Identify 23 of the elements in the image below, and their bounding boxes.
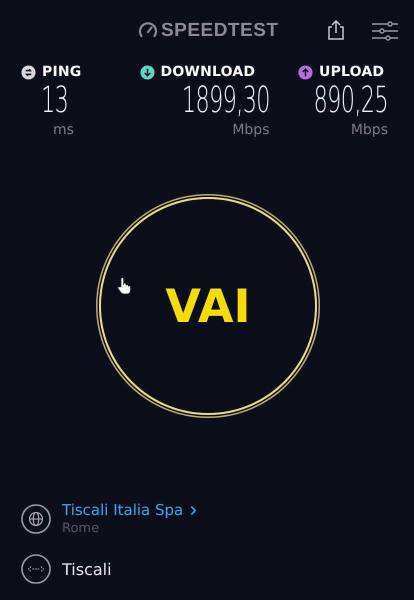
upload-icon <box>298 64 313 80</box>
metric-label: UPLOAD <box>319 64 384 80</box>
chevron-icon <box>190 504 198 516</box>
go-button[interactable]: VAI <box>99 197 317 415</box>
connection-icon <box>21 554 51 584</box>
share-icon[interactable] <box>327 19 345 41</box>
metric-value: 1899,30 <box>182 82 270 120</box>
metric-unit: Mbps <box>232 121 270 140</box>
settings-icon[interactable] <box>372 21 398 41</box>
server-location: Rome <box>62 521 100 536</box>
server-link[interactable]: Tiscali Italia Spa <box>62 501 198 519</box>
metric-unit: Mbps <box>350 121 388 140</box>
download-icon <box>140 64 154 80</box>
app-logo: SPEEDTEST <box>161 20 278 42</box>
hand-cursor-icon <box>117 277 131 295</box>
globe-icon <box>21 504 51 534</box>
metric-label: DOWNLOAD <box>160 64 256 80</box>
metric-unit: ms <box>53 121 74 140</box>
ping-icon <box>21 64 36 80</box>
metric-value: 13 <box>41 82 68 120</box>
provider-name: Tiscali <box>62 560 112 578</box>
metric-value: 890,25 <box>314 82 388 120</box>
metric-label: PING <box>42 64 82 80</box>
